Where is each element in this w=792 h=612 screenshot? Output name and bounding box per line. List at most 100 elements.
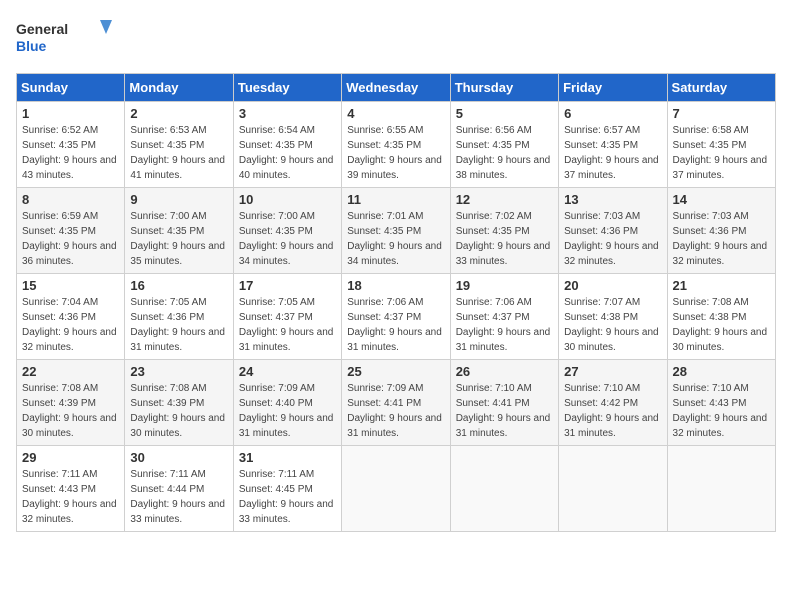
calendar-day-cell: 3 Sunrise: 6:54 AMSunset: 4:35 PMDaylight… xyxy=(233,102,341,188)
day-number: 16 xyxy=(130,278,227,293)
weekday-header-cell: Monday xyxy=(125,74,233,102)
day-info: Sunrise: 7:10 AMSunset: 4:41 PMDaylight:… xyxy=(456,381,553,441)
calendar-day-cell: 29Sunrise: 7:11 AMSunset: 4:43 PMDayligh… xyxy=(17,446,125,532)
day-number: 5 xyxy=(456,106,553,121)
calendar-day-cell: 7 Sunrise: 6:58 AMSunset: 4:35 PMDaylight… xyxy=(667,102,775,188)
calendar-day-cell: 4Sunrise: 6:55 AMSunset: 4:35 PMDaylight… xyxy=(342,102,450,188)
calendar-day-cell: 25 Sunrise: 7:09 AMSunset: 4:41 PMDayligh… xyxy=(342,360,450,446)
day-number: 20 xyxy=(564,278,661,293)
calendar-day-cell: 2Sunrise: 6:53 AMSunset: 4:35 PMDaylight… xyxy=(125,102,233,188)
day-number: 21 xyxy=(673,278,770,293)
calendar-day-cell: 13 Sunrise: 7:03 AMSunset: 4:36 PMDayligh… xyxy=(559,188,667,274)
page-header: General Blue xyxy=(16,16,776,61)
calendar-day-cell: 31 Sunrise: 7:11 AMSunset: 4:45 PMDayligh… xyxy=(233,446,341,532)
calendar-day-cell xyxy=(667,446,775,532)
calendar-day-cell: 14 Sunrise: 7:03 AMSunset: 4:36 PMDayligh… xyxy=(667,188,775,274)
day-number: 27 xyxy=(564,364,661,379)
calendar-day-cell: 24Sunrise: 7:09 AMSunset: 4:40 PMDayligh… xyxy=(233,360,341,446)
calendar-day-cell: 9 Sunrise: 7:00 AMSunset: 4:35 PMDaylight… xyxy=(125,188,233,274)
day-info: Sunrise: 7:06 AMSunset: 4:37 PMDaylight:… xyxy=(347,295,444,355)
day-number: 26 xyxy=(456,364,553,379)
day-info: Sunrise: 6:54 AMSunset: 4:35 PMDaylight:… xyxy=(239,123,336,183)
day-number: 30 xyxy=(130,450,227,465)
day-info: Sunrise: 7:11 AMSunset: 4:44 PMDaylight:… xyxy=(130,467,227,527)
calendar-day-cell: 5Sunrise: 6:56 AMSunset: 4:35 PMDaylight… xyxy=(450,102,558,188)
day-info: Sunrise: 7:06 AMSunset: 4:37 PMDaylight:… xyxy=(456,295,553,355)
day-number: 8 xyxy=(22,192,119,207)
logo-arrow-light xyxy=(100,20,112,34)
calendar-week-row: 15 Sunrise: 7:04 AMSunset: 4:36 PMDayligh… xyxy=(17,274,776,360)
day-info: Sunrise: 7:03 AMSunset: 4:36 PMDaylight:… xyxy=(673,209,770,269)
calendar-week-row: 1 Sunrise: 6:52 AMSunset: 4:35 PMDaylight… xyxy=(17,102,776,188)
day-number: 23 xyxy=(130,364,227,379)
calendar-day-cell: 11Sunrise: 7:01 AMSunset: 4:35 PMDayligh… xyxy=(342,188,450,274)
calendar-day-cell: 1 Sunrise: 6:52 AMSunset: 4:35 PMDaylight… xyxy=(17,102,125,188)
calendar-day-cell: 28 Sunrise: 7:10 AMSunset: 4:43 PMDayligh… xyxy=(667,360,775,446)
day-info: Sunrise: 7:00 AMSunset: 4:35 PMDaylight:… xyxy=(130,209,227,269)
day-number: 13 xyxy=(564,192,661,207)
logo: General Blue xyxy=(16,16,116,61)
calendar-day-cell: 15 Sunrise: 7:04 AMSunset: 4:36 PMDayligh… xyxy=(17,274,125,360)
day-number: 28 xyxy=(673,364,770,379)
calendar-day-cell: 6Sunrise: 6:57 AMSunset: 4:35 PMDaylight… xyxy=(559,102,667,188)
day-info: Sunrise: 6:52 AMSunset: 4:35 PMDaylight:… xyxy=(22,123,119,183)
calendar-day-cell: 20 Sunrise: 7:07 AMSunset: 4:38 PMDayligh… xyxy=(559,274,667,360)
day-info: Sunrise: 7:08 AMSunset: 4:39 PMDaylight:… xyxy=(130,381,227,441)
day-number: 18 xyxy=(347,278,444,293)
day-info: Sunrise: 6:59 AMSunset: 4:35 PMDaylight:… xyxy=(22,209,119,269)
calendar-day-cell: 27 Sunrise: 7:10 AMSunset: 4:42 PMDayligh… xyxy=(559,360,667,446)
calendar-day-cell: 16 Sunrise: 7:05 AMSunset: 4:36 PMDayligh… xyxy=(125,274,233,360)
day-info: Sunrise: 7:00 AMSunset: 4:35 PMDaylight:… xyxy=(239,209,336,269)
calendar-day-cell: 12Sunrise: 7:02 AMSunset: 4:35 PMDayligh… xyxy=(450,188,558,274)
day-number: 31 xyxy=(239,450,336,465)
day-number: 14 xyxy=(673,192,770,207)
day-info: Sunrise: 7:07 AMSunset: 4:38 PMDaylight:… xyxy=(564,295,661,355)
day-info: Sunrise: 7:04 AMSunset: 4:36 PMDaylight:… xyxy=(22,295,119,355)
calendar-week-row: 22 Sunrise: 7:08 AMSunset: 4:39 PMDayligh… xyxy=(17,360,776,446)
day-info: Sunrise: 7:05 AMSunset: 4:37 PMDaylight:… xyxy=(239,295,336,355)
calendar-day-cell: 10 Sunrise: 7:00 AMSunset: 4:35 PMDayligh… xyxy=(233,188,341,274)
calendar-day-cell: 26 Sunrise: 7:10 AMSunset: 4:41 PMDayligh… xyxy=(450,360,558,446)
day-info: Sunrise: 6:58 AMSunset: 4:35 PMDaylight:… xyxy=(673,123,770,183)
calendar-day-cell: 19 Sunrise: 7:06 AMSunset: 4:37 PMDayligh… xyxy=(450,274,558,360)
day-info: Sunrise: 7:03 AMSunset: 4:36 PMDaylight:… xyxy=(564,209,661,269)
calendar-day-cell xyxy=(559,446,667,532)
day-number: 3 xyxy=(239,106,336,121)
calendar-day-cell: 30 Sunrise: 7:11 AMSunset: 4:44 PMDayligh… xyxy=(125,446,233,532)
day-info: Sunrise: 7:08 AMSunset: 4:38 PMDaylight:… xyxy=(673,295,770,355)
weekday-header-row: SundayMondayTuesdayWednesdayThursdayFrid… xyxy=(17,74,776,102)
day-info: Sunrise: 7:09 AMSunset: 4:40 PMDaylight:… xyxy=(239,381,336,441)
day-info: Sunrise: 7:08 AMSunset: 4:39 PMDaylight:… xyxy=(22,381,119,441)
day-number: 29 xyxy=(22,450,119,465)
day-number: 10 xyxy=(239,192,336,207)
calendar-body: 1 Sunrise: 6:52 AMSunset: 4:35 PMDaylight… xyxy=(17,102,776,532)
day-number: 17 xyxy=(239,278,336,293)
day-number: 19 xyxy=(456,278,553,293)
day-number: 2 xyxy=(130,106,227,121)
calendar-day-cell: 22 Sunrise: 7:08 AMSunset: 4:39 PMDayligh… xyxy=(17,360,125,446)
day-info: Sunrise: 7:11 AMSunset: 4:45 PMDaylight:… xyxy=(239,467,336,527)
day-info: Sunrise: 7:10 AMSunset: 4:42 PMDaylight:… xyxy=(564,381,661,441)
calendar-day-cell: 8 Sunrise: 6:59 AMSunset: 4:35 PMDaylight… xyxy=(17,188,125,274)
calendar-day-cell: 21 Sunrise: 7:08 AMSunset: 4:38 PMDayligh… xyxy=(667,274,775,360)
calendar-day-cell xyxy=(450,446,558,532)
weekday-header-cell: Wednesday xyxy=(342,74,450,102)
calendar-day-cell: 18 Sunrise: 7:06 AMSunset: 4:37 PMDayligh… xyxy=(342,274,450,360)
day-number: 1 xyxy=(22,106,119,121)
day-number: 9 xyxy=(130,192,227,207)
logo-svg: General Blue xyxy=(16,16,116,61)
day-info: Sunrise: 6:57 AMSunset: 4:35 PMDaylight:… xyxy=(564,123,661,183)
day-number: 15 xyxy=(22,278,119,293)
day-info: Sunrise: 7:09 AMSunset: 4:41 PMDaylight:… xyxy=(347,381,444,441)
day-number: 7 xyxy=(673,106,770,121)
day-info: Sunrise: 7:10 AMSunset: 4:43 PMDaylight:… xyxy=(673,381,770,441)
calendar-table: SundayMondayTuesdayWednesdayThursdayFrid… xyxy=(16,73,776,532)
logo-blue: Blue xyxy=(16,38,47,54)
logo-general: General xyxy=(16,21,68,37)
day-number: 25 xyxy=(347,364,444,379)
day-number: 12 xyxy=(456,192,553,207)
weekday-header-cell: Sunday xyxy=(17,74,125,102)
day-info: Sunrise: 7:05 AMSunset: 4:36 PMDaylight:… xyxy=(130,295,227,355)
day-number: 22 xyxy=(22,364,119,379)
day-info: Sunrise: 6:55 AMSunset: 4:35 PMDaylight:… xyxy=(347,123,444,183)
